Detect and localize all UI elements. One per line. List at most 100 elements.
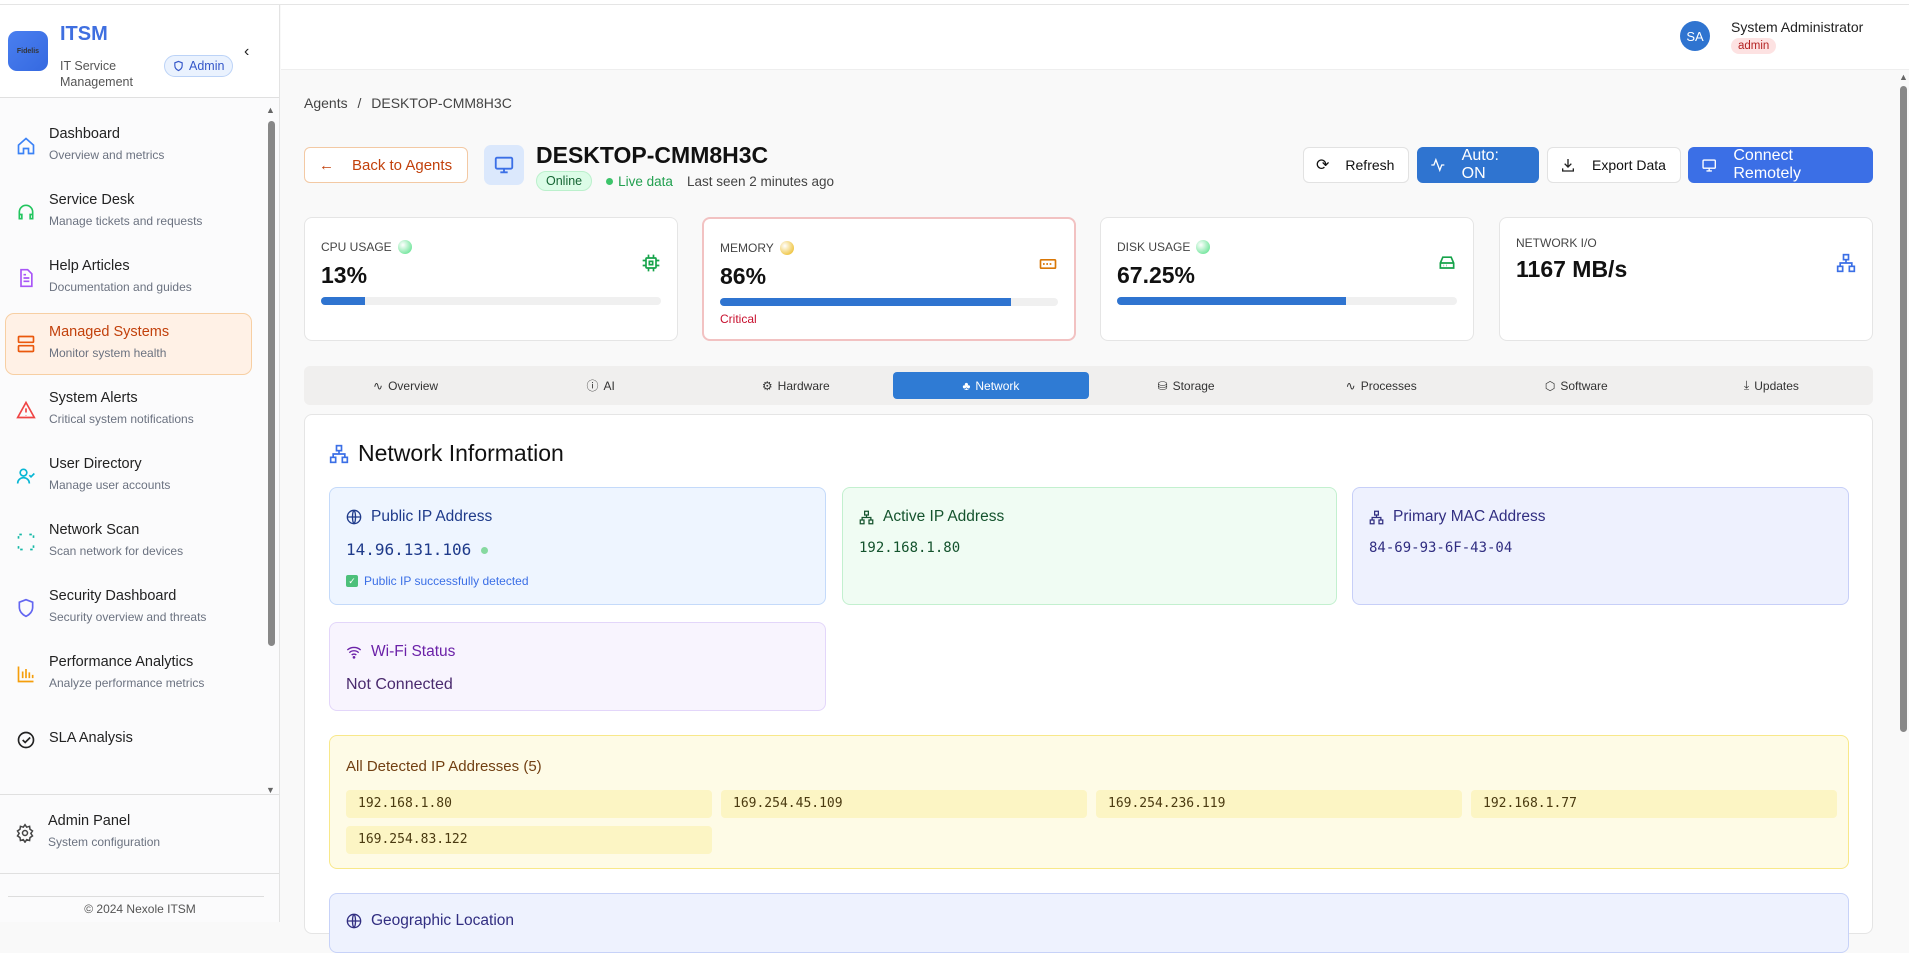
sidebar-item-title: Managed Systems (49, 324, 170, 340)
role-badge-label: Admin (189, 59, 225, 73)
collapse-sidebar-button[interactable]: ‹ (244, 43, 249, 61)
tab-label: Updates (1754, 378, 1799, 393)
sidebar: Fidelis ITSM IT Service Management Admin… (0, 5, 280, 922)
wifi-status-card: Wi-Fi Status Not Connected (329, 622, 826, 711)
breadcrumb-agents[interactable]: Agents (304, 95, 348, 111)
sidebar-item-managed-systems[interactable]: Managed Systems Monitor system health (5, 313, 252, 375)
breadcrumb: Agents / DESKTOP-CMM8H3C (304, 95, 512, 111)
sidebar-item-performance-analytics[interactable]: Performance Analytics Analyze performanc… (5, 643, 252, 705)
tab-label: AI (603, 378, 615, 393)
sidebar-item-dashboard[interactable]: Dashboard Overview and metrics (5, 115, 252, 177)
tab-overview[interactable]: ∿ Overview (308, 372, 503, 399)
sidebar-item-service-desk[interactable]: Service Desk Manage tickets and requests (5, 181, 252, 243)
status-dot-icon (397, 240, 412, 254)
all-ips-card: All Detected IP Addresses (5) 192.168.1.… (329, 735, 1849, 869)
cpu-icon (642, 254, 660, 272)
tab-hardware[interactable]: ⚙ Hardware (698, 372, 893, 399)
metric-note: Critical (720, 312, 757, 326)
avatar[interactable]: SA (1680, 21, 1710, 51)
metric-value: 86% (720, 263, 767, 289)
connect-remotely-button[interactable]: Connect Remotely (1688, 147, 1873, 183)
public-ip-note: ✓ Public IP successfully detected (346, 574, 529, 588)
sidebar-item-title: Security Dashboard (49, 588, 177, 604)
back-label: Back to Agents (352, 156, 453, 174)
back-to-agents-button[interactable]: ← Back to Agents (304, 147, 468, 183)
public-ip-heading: Public IP Address (346, 508, 492, 526)
sidebar-item-network-scan[interactable]: Network Scan Scan network for devices (5, 511, 252, 573)
network-tab-icon: ♣ (962, 378, 971, 393)
brand-subtitle: IT Service Management (60, 59, 133, 89)
sidebar-item-sla-analysis[interactable]: SLA Analysis (5, 709, 252, 771)
refresh-button[interactable]: ⟳ Refresh (1303, 147, 1409, 183)
tab-label: Software (1560, 378, 1608, 393)
public-ip-note-text: Public IP successfully detected (364, 574, 529, 588)
tab-storage[interactable]: ⛁ Storage (1089, 372, 1284, 399)
sidebar-item-title: Help Articles (49, 258, 130, 274)
live-label: Live data (618, 173, 673, 189)
main-scrollbar[interactable]: ▲ (1898, 72, 1909, 922)
auto-refresh-toggle[interactable]: Auto: ON (1417, 147, 1539, 183)
refresh-icon: ⟳ (1316, 157, 1330, 174)
network-icon (859, 510, 874, 524)
active-ip-label: Active IP Address (883, 508, 1005, 525)
metric-progress-fill (1117, 297, 1346, 305)
metric-progress-bar (720, 298, 1058, 306)
live-data-indicator: Live data (606, 174, 673, 189)
export-data-button[interactable]: Export Data (1547, 147, 1681, 183)
hard-drive-icon (1439, 256, 1455, 269)
software-tab-icon: ⬡ (1544, 378, 1556, 393)
sidebar-scroll-thumb[interactable] (268, 121, 275, 646)
footer-divider (8, 896, 264, 897)
tab-ai[interactable]: ⓘ AI (503, 372, 698, 399)
tab-network[interactable]: ♣ Network (893, 372, 1089, 399)
app-logo: Fidelis (8, 31, 48, 71)
tab-label: Overview (388, 378, 439, 393)
top-header (281, 5, 1909, 70)
sidebar-item-admin-panel[interactable]: Admin Panel System configuration (0, 794, 279, 874)
metric-card-network-i-o: NETWORK I/O 1167 MB/s (1499, 217, 1873, 341)
globe-icon (346, 913, 362, 929)
wifi-heading: Wi-Fi Status (346, 643, 455, 661)
mac-value: 84-69-93-6F-43-04 (1369, 540, 1513, 556)
sidebar-item-subtitle: Analyze performance metrics (49, 676, 205, 690)
metric-value: 1167 MB/s (1516, 256, 1628, 282)
tab-updates[interactable]: ⤓ Updates (1674, 372, 1869, 399)
sidebar-item-subtitle: Critical system notifications (49, 412, 194, 426)
sidebar-item-user-directory[interactable]: User Directory Manage user accounts (5, 445, 252, 507)
metric-progress-bar (1117, 297, 1457, 305)
sidebar-item-system-alerts[interactable]: System Alerts Critical system notificati… (5, 379, 252, 441)
tab-label: Hardware (777, 378, 830, 393)
metric-label: MEMORY (720, 241, 794, 255)
tab-software[interactable]: ⬡ Software (1479, 372, 1674, 399)
sidebar-item-subtitle: Security overview and threats (49, 610, 207, 624)
sidebar-item-automation-center[interactable]: Automation Center (5, 775, 252, 795)
public-ip-value: 14.96.131.106 (346, 540, 488, 559)
tab-processes[interactable]: ∿ Processes (1284, 372, 1479, 399)
check-icon: ✓ (346, 575, 358, 587)
activity-icon (1431, 157, 1445, 173)
mac-address-card: Primary MAC Address 84-69-93-6F-43-04 (1352, 487, 1849, 605)
sidebar-item-subtitle: Overview and metrics (49, 148, 165, 162)
all-ips-heading: All Detected IP Addresses (5) (346, 758, 542, 775)
copyright: © 2024 Nexole ITSM (84, 902, 196, 916)
wifi-label: Wi-Fi Status (371, 643, 456, 660)
sidebar-item-title: Service Desk (49, 192, 135, 208)
memory-icon (1039, 259, 1057, 269)
ip-address-chip: 169.254.45.109 (721, 790, 1087, 818)
sidebar-scrollbar[interactable]: ▲ ▼ (266, 105, 275, 795)
server-icon (17, 335, 35, 353)
main-scroll-thumb[interactable] (1900, 86, 1907, 732)
metric-progress-fill (321, 297, 366, 305)
metric-label-text: DISK USAGE (1117, 240, 1191, 254)
refresh-label: Refresh (1345, 157, 1395, 173)
sidebar-item-help-articles[interactable]: Help Articles Documentation and guides (5, 247, 252, 309)
headset-icon (18, 204, 34, 220)
role-badge: Admin (164, 55, 234, 77)
agent-hostname: DESKTOP-CMM8H3C (536, 142, 769, 168)
wifi-value: Not Connected (346, 676, 453, 693)
wifi-icon (346, 646, 362, 659)
check-circle-icon (17, 731, 35, 749)
metric-value: 67.25% (1117, 262, 1196, 288)
sidebar-item-security-dashboard[interactable]: Security Dashboard Security overview and… (5, 577, 252, 639)
status-dot-icon (779, 241, 794, 255)
